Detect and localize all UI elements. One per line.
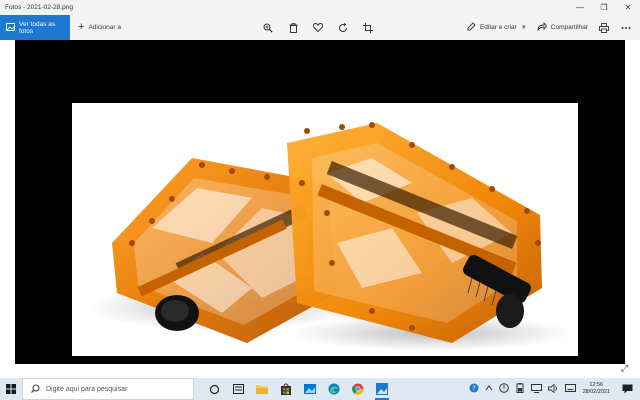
search-icon [31,384,40,395]
task-view-icon[interactable] [206,381,222,397]
close-button[interactable]: ✕ [616,0,640,15]
photos-active-icon[interactable] [374,381,390,400]
edit-create-label: Editar e criar [479,24,517,31]
keyboard-icon[interactable] [565,384,577,394]
minimize-button[interactable]: — [568,0,592,15]
clock-date: 28/02/2021 [582,389,610,395]
add-to-button[interactable]: + Adicionar a [78,22,121,33]
onedrive-icon[interactable] [499,383,510,395]
title-bar: Fotos - 2021-02-28.png — ❐ ✕ [0,0,640,15]
displayed-photo [72,103,578,356]
plus-icon: + [78,21,85,33]
search-placeholder: Digite aqui para pesquisar [46,385,128,393]
share-icon [537,21,547,33]
add-to-label: Adicionar a [88,24,121,31]
photo-toolbar: Ver todas as fotos + Adicionar a Editar … [0,15,640,40]
favorite-icon[interactable] [312,22,324,34]
network-icon[interactable] [531,383,543,395]
store-icon[interactable] [278,381,294,397]
taskbar: Digite aqui para pesquisar ? 12:56 28/02… [0,378,640,400]
chevron-up-icon[interactable] [485,385,493,393]
see-all-photos-label: Ver todas as fotos [19,20,56,35]
photos-app-icon[interactable] [302,381,318,397]
system-tray: ? 12:56 28/02/2021 [469,378,610,400]
notification-center-icon[interactable] [620,382,634,396]
see-all-photos-button[interactable]: Ver todas as fotos [0,15,70,40]
edit-create-button[interactable]: Editar e criar ▼ [467,22,527,33]
edge-icon[interactable] [326,381,342,397]
share-label: Compartilhar [550,24,588,31]
print-icon[interactable] [598,22,610,34]
restore-button[interactable]: ❐ [592,0,616,15]
clock[interactable]: 12:56 28/02/2021 [582,382,610,396]
bicycle-pedals-image [87,122,572,351]
image-viewer[interactable] [15,40,625,364]
taskbar-search[interactable]: Digite aqui para pesquisar [22,378,194,400]
file-explorer-icon[interactable] [254,381,270,397]
zoom-in-icon[interactable] [262,22,274,34]
share-button[interactable]: Compartilhar [537,21,588,33]
volume-icon[interactable] [548,383,559,395]
gallery-icon [6,22,15,33]
more-options-icon[interactable] [620,22,632,34]
help-icon[interactable]: ? [469,383,479,395]
delete-icon[interactable] [287,22,299,34]
center-tools [262,15,374,40]
edit-icon [467,22,476,33]
right-tools: Editar e criar ▼ Compartilhar [467,15,632,40]
start-button[interactable] [0,378,22,400]
widgets-icon[interactable] [230,381,246,397]
chevron-down-icon: ▼ [520,24,527,31]
chrome-icon[interactable] [350,381,366,397]
pinned-apps [206,381,390,400]
windows-icon [6,384,16,394]
crop-icon[interactable] [362,22,374,34]
svg-text:?: ? [473,385,477,393]
fullscreen-icon[interactable]: ⤢ [621,363,628,374]
clock-time: 12:56 [589,382,604,388]
rotate-icon[interactable] [337,22,349,34]
battery-icon[interactable] [515,383,525,395]
window-title: Fotos - 2021-02-28.png [5,4,73,11]
